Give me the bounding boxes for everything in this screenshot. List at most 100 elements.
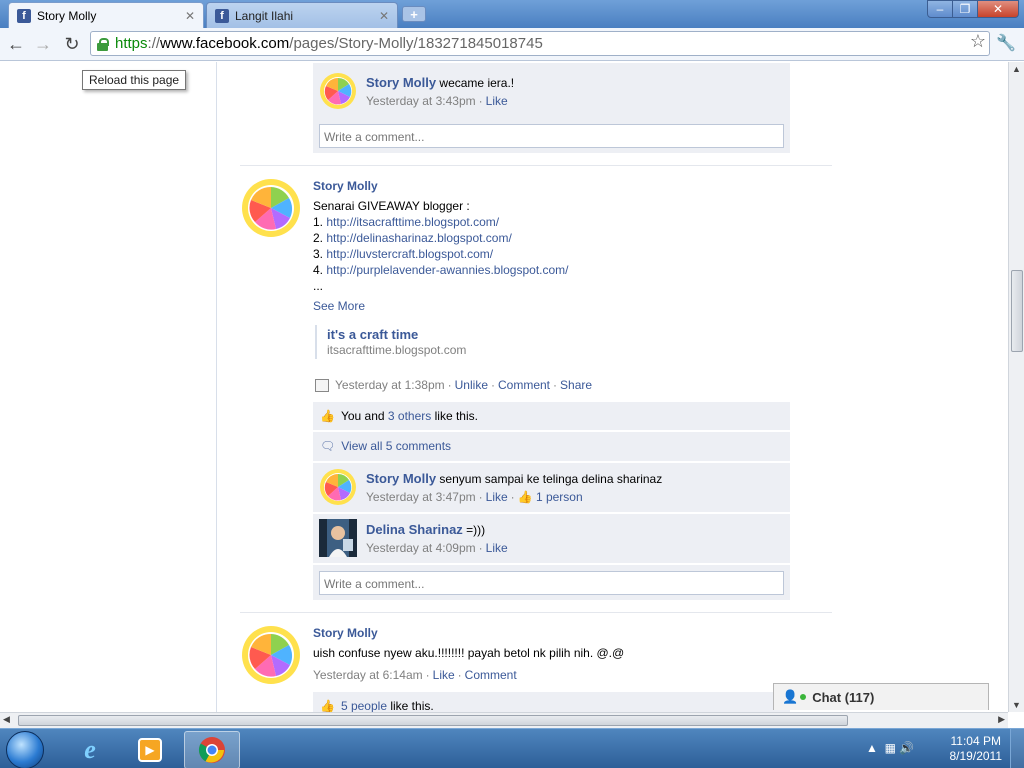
post-link[interactable]: http://luvstercraft.blogspot.com/ [326, 247, 493, 261]
tray-expand-icon[interactable]: ▲ [866, 741, 878, 755]
tab-title: Langit Ilahi [235, 8, 294, 23]
avatar[interactable] [319, 468, 357, 506]
attachment-border [315, 325, 317, 359]
media-player-taskbar-button[interactable]: ▶ [122, 731, 178, 768]
post-ellipsis: ... [313, 279, 324, 293]
maximize-button[interactable]: ❐ [952, 0, 978, 18]
post-link[interactable]: http://purplelavender-awannies.blogspot.… [326, 263, 568, 277]
tab-story-molly[interactable]: f Story Molly ✕ [8, 2, 204, 28]
write-comment-input[interactable]: Write a comment... [319, 124, 784, 148]
scrollbar-thumb[interactable] [1011, 270, 1023, 352]
new-tab-button[interactable]: + [402, 6, 426, 22]
left-column-divider [216, 62, 217, 712]
back-button[interactable]: ← [4, 32, 28, 56]
like-link[interactable]: Like [486, 490, 508, 504]
url-scheme: https [115, 35, 148, 52]
comment-text: wecame iera.! [439, 76, 515, 90]
avatar[interactable] [319, 519, 357, 557]
post-text-line: Senarai GIVEAWAY blogger : [313, 199, 470, 213]
reload-button[interactable]: ↻ [60, 32, 84, 56]
url-host: www.facebook.com [160, 35, 290, 52]
chat-label: Chat [812, 689, 842, 705]
comment-time[interactable]: Yesterday at 3:43pm [366, 94, 476, 108]
comment-time[interactable]: Yesterday at 3:47pm [366, 490, 476, 504]
media-player-icon: ▶ [138, 738, 162, 762]
likes-suffix: like this. [434, 409, 478, 423]
thumbs-up-icon: 👍 [517, 490, 533, 504]
chat-presence-icon: 👤 [782, 689, 799, 704]
ie-icon: e [84, 735, 96, 764]
share-link[interactable]: Share [560, 378, 592, 392]
browser-toolbar: ← → ↻ https://www.facebook.com/pages/Sto… [0, 28, 1024, 61]
network-icon[interactable]: ▦ [885, 741, 896, 755]
horizontal-scrollbar[interactable]: ◀ ▶ [0, 712, 1008, 728]
ie-taskbar-button[interactable]: e [62, 731, 118, 768]
page-content: Reload this page Story Molly wecame iera… [0, 62, 1008, 712]
close-icon[interactable]: ✕ [379, 9, 389, 23]
scroll-right-arrow[interactable]: ▶ [998, 714, 1005, 725]
vertical-scrollbar[interactable]: ▲ ▼ [1008, 62, 1024, 712]
show-desktop-button[interactable] [1010, 729, 1024, 768]
scroll-down-arrow[interactable]: ▼ [1012, 700, 1021, 710]
comment-row [313, 462, 790, 512]
post-author[interactable]: Story Molly [313, 179, 378, 193]
avatar[interactable] [241, 178, 301, 238]
reload-tooltip: Reload this page [82, 70, 187, 90]
comment-link[interactable]: Comment [498, 378, 550, 392]
list-number: 2. [313, 231, 324, 245]
windows-taskbar: e ▶ ▲ ▦ 🔊 11:04 PM 8/19/2011 [0, 728, 1024, 768]
view-all-comments-link[interactable]: View all 5 comments [341, 439, 451, 453]
volume-icon[interactable]: 🔊 [899, 741, 914, 755]
thumbs-up-icon: 👍 [320, 699, 335, 712]
write-comment-input[interactable]: Write a comment... [319, 571, 784, 595]
avatar[interactable] [319, 72, 357, 110]
unlike-link[interactable]: Unlike [455, 378, 488, 392]
comment-bubble-icon: 🗨 [320, 439, 336, 453]
close-icon[interactable]: ✕ [185, 9, 195, 23]
post-author[interactable]: Story Molly [313, 626, 378, 640]
forward-button[interactable]: → [31, 32, 55, 56]
tab-langit-ilahi[interactable]: f Langit Ilahi ✕ [206, 2, 398, 28]
attachment-title[interactable]: it's a craft time [327, 327, 418, 342]
chrome-taskbar-button[interactable] [184, 731, 240, 768]
comment-link[interactable]: Comment [465, 668, 517, 682]
avatar[interactable] [241, 625, 301, 685]
lock-icon [97, 37, 109, 51]
system-tray[interactable]: ▲ ▦ 🔊 [866, 741, 914, 755]
chrome-icon [198, 737, 225, 763]
thumbs-up-icon: 👍 [320, 409, 335, 423]
post-time[interactable]: Yesterday at 1:38pm [335, 378, 445, 392]
likes-people-link[interactable]: 5 people [341, 699, 387, 712]
minimize-button[interactable]: – [927, 0, 953, 18]
post-link[interactable]: http://itsacrafttime.blogspot.com/ [326, 215, 499, 229]
comment-row [313, 513, 790, 563]
taskbar-clock[interactable]: 11:04 PM 8/19/2011 [950, 734, 1003, 764]
post-time[interactable]: Yesterday at 6:14am [313, 668, 423, 682]
like-link[interactable]: Like [486, 541, 508, 555]
comment-author[interactable]: Story Molly [366, 75, 436, 90]
likes-others-link[interactable]: 3 others [388, 409, 431, 423]
facebook-favicon: f [215, 8, 229, 23]
see-more-link[interactable]: See More [313, 299, 365, 313]
chat-bar[interactable]: 👤 Chat (117) [773, 683, 989, 710]
scroll-left-arrow[interactable]: ◀ [3, 714, 10, 725]
forward-arrow-icon: → [34, 33, 52, 54]
windows-start-icon[interactable] [6, 731, 44, 768]
wrench-icon[interactable]: 🔧 [996, 33, 1016, 53]
comment-time[interactable]: Yesterday at 4:09pm [366, 541, 476, 555]
chat-count: (117) [844, 689, 875, 705]
list-number: 4. [313, 263, 324, 277]
close-window-button[interactable]: ✕ [977, 0, 1019, 18]
bookmark-star-icon[interactable]: ☆ [970, 31, 986, 52]
address-bar[interactable]: https://www.facebook.com/pages/Story-Mol… [90, 31, 990, 56]
scrollbar-thumb[interactable] [18, 715, 848, 726]
comment-author[interactable]: Delina Sharinaz [366, 522, 463, 537]
like-link[interactable]: Like [433, 668, 455, 682]
comment-author[interactable]: Story Molly [366, 471, 436, 486]
post-divider [240, 165, 832, 166]
post-link[interactable]: http://delinasharinaz.blogspot.com/ [326, 231, 511, 245]
comment-likes-link[interactable]: 1 person [536, 490, 583, 504]
scroll-up-arrow[interactable]: ▲ [1012, 64, 1021, 74]
reload-icon: ↻ [64, 33, 80, 54]
like-link[interactable]: Like [486, 94, 508, 108]
